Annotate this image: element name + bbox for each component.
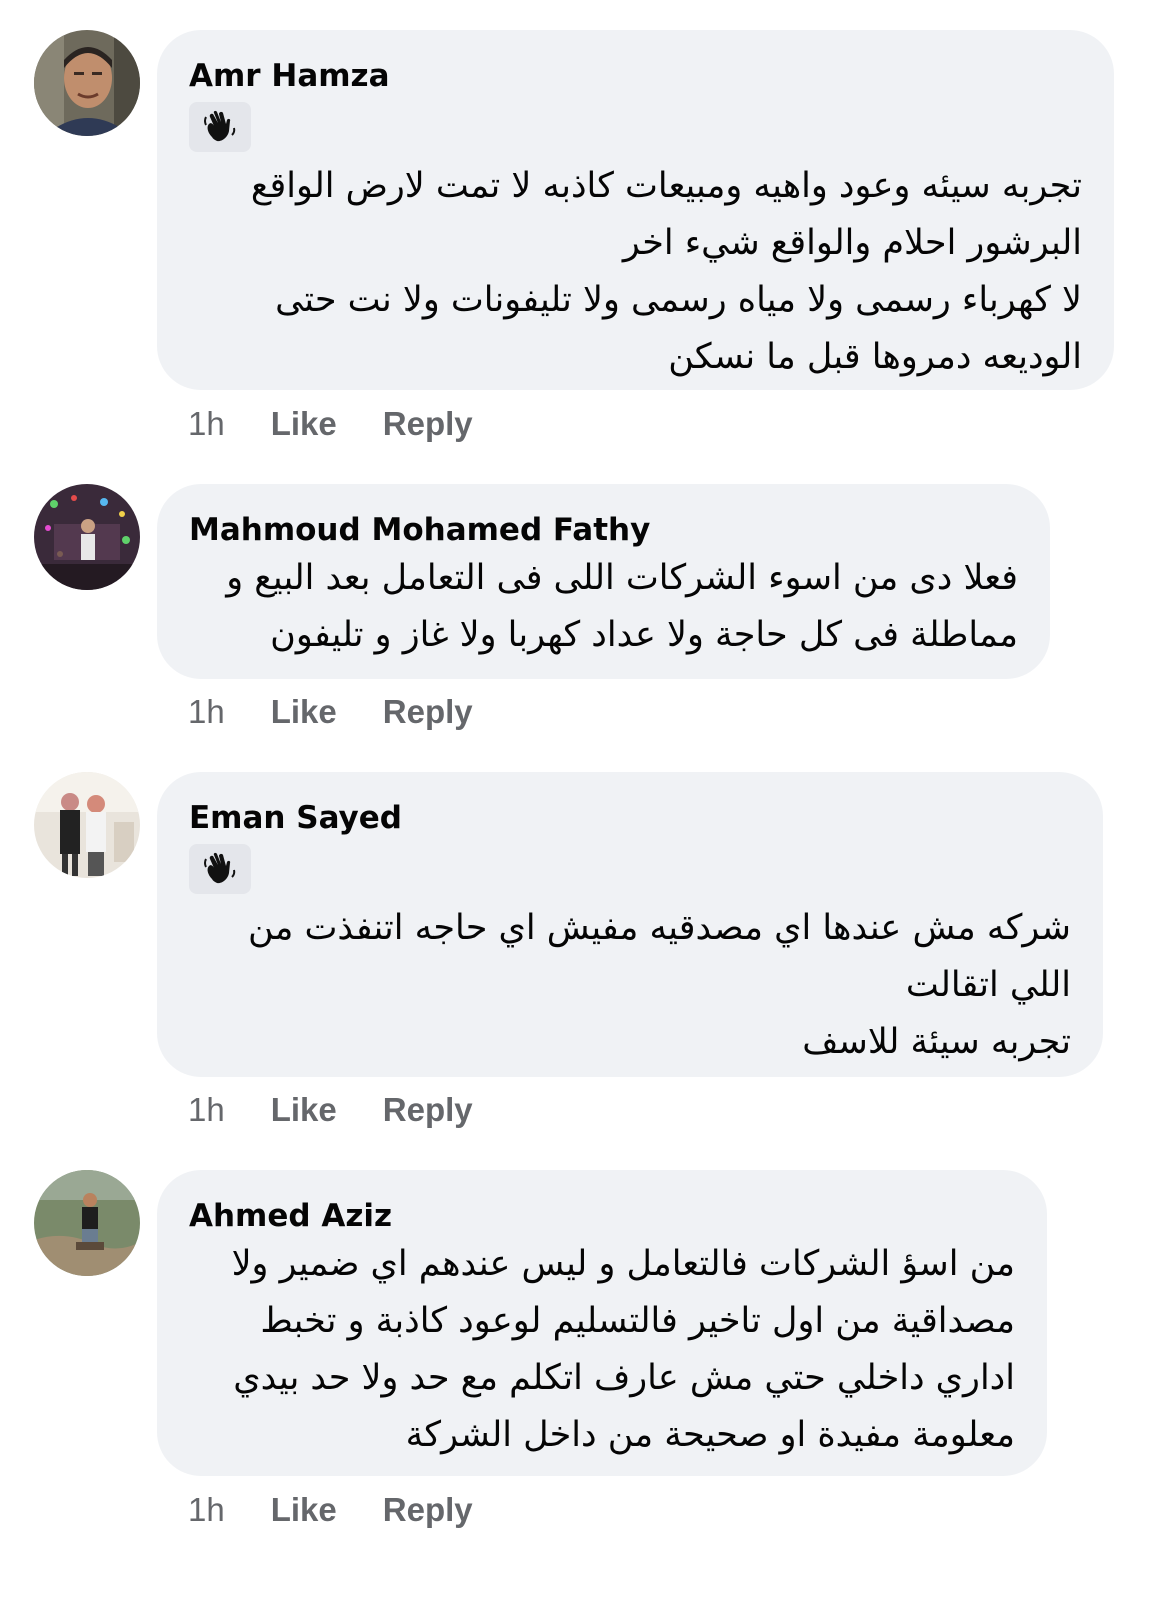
comment-bubble: Eman Sayed شركه مش عندها اي مصدقيه مفيش …: [157, 772, 1103, 1077]
comment-author[interactable]: Ahmed Aziz: [189, 1196, 1015, 1236]
comment-line: معلومة مفيدة او صحيحة من داخل الشركة: [405, 1415, 1015, 1455]
comment-actions: 1h Like Reply: [188, 404, 519, 444]
comment-bubble: Amr Hamza تجربه سيئه وعود واهيه ومبيعات …: [157, 30, 1114, 390]
comment-actions: 1h Like Reply: [188, 692, 519, 732]
comment-bubble: Mahmoud Mohamed Fathy فعلا دى من اسوء ال…: [157, 484, 1050, 679]
comment-line: اللي اتقالت: [905, 965, 1071, 1005]
comment-text: شركه مش عندها اي مصدقيه مفيش اي حاجه اتن…: [189, 900, 1071, 1071]
waving-hand-icon[interactable]: [189, 102, 251, 152]
comment-line: من اسؤ الشركات فالتعامل و ليس عندهم اي ض…: [231, 1244, 1015, 1284]
like-button[interactable]: Like: [271, 1091, 337, 1129]
comment-line: مصداقية من اول تاخير فالتسليم لوعود كاذب…: [260, 1301, 1015, 1341]
comment-timestamp: 1h: [188, 693, 225, 730]
avatar-eman-sayed[interactable]: [34, 772, 140, 878]
comment-line: اداري داخلي حتي مش عارف اتكلم مع حد ولا …: [233, 1358, 1015, 1398]
comment-author[interactable]: Eman Sayed: [189, 798, 1071, 838]
comment-author[interactable]: Amr Hamza: [189, 56, 1082, 96]
comment-text: من اسؤ الشركات فالتعامل و ليس عندهم اي ض…: [189, 1236, 1015, 1464]
reply-button[interactable]: Reply: [383, 1091, 473, 1129]
reply-button[interactable]: Reply: [383, 405, 473, 443]
comment-line: فعلا دى من اسوء الشركات اللى فى التعامل …: [226, 558, 1018, 598]
comment-timestamp: 1h: [188, 1491, 225, 1528]
like-button[interactable]: Like: [271, 405, 337, 443]
comment-line: الوديعه دمروها قبل ما نسكن: [668, 337, 1082, 377]
comment-text: تجربه سيئه وعود واهيه ومبيعات كاذبه لا ت…: [189, 158, 1082, 386]
avatar-ahmed-aziz[interactable]: [34, 1170, 140, 1276]
comment-timestamp: 1h: [188, 1091, 225, 1128]
reply-button[interactable]: Reply: [383, 1491, 473, 1529]
comment-line: مماطلة فى كل حاجة ولا عداد كهربا ولا غاز…: [270, 615, 1018, 655]
comment-line: البرشور احلام والواقع شيء اخر: [622, 223, 1082, 263]
comment-line: شركه مش عندها اي مصدقيه مفيش اي حاجه اتن…: [247, 908, 1071, 948]
like-button[interactable]: Like: [271, 1491, 337, 1529]
avatar-amr-hamza[interactable]: [34, 30, 140, 136]
avatar-mahmoud-mohamed-fathy[interactable]: [34, 484, 140, 590]
like-button[interactable]: Like: [271, 693, 337, 731]
comment-author[interactable]: Mahmoud Mohamed Fathy: [189, 510, 1018, 550]
comment-bubble: Ahmed Aziz من اسؤ الشركات فالتعامل و ليس…: [157, 1170, 1047, 1476]
comment-text: فعلا دى من اسوء الشركات اللى فى التعامل …: [189, 550, 1018, 664]
comment-actions: 1h Like Reply: [188, 1490, 519, 1530]
comment-line: تجربه سيئه وعود واهيه ومبيعات كاذبه لا ت…: [250, 166, 1082, 206]
comment-line: لا كهرباء رسمى ولا مياه رسمى ولا تليفونا…: [275, 280, 1082, 320]
comment-actions: 1h Like Reply: [188, 1090, 519, 1130]
comment-timestamp: 1h: [188, 405, 225, 442]
reply-button[interactable]: Reply: [383, 693, 473, 731]
waving-hand-icon[interactable]: [189, 844, 251, 894]
comment-line: تجربه سيئة للاسف: [802, 1022, 1071, 1062]
